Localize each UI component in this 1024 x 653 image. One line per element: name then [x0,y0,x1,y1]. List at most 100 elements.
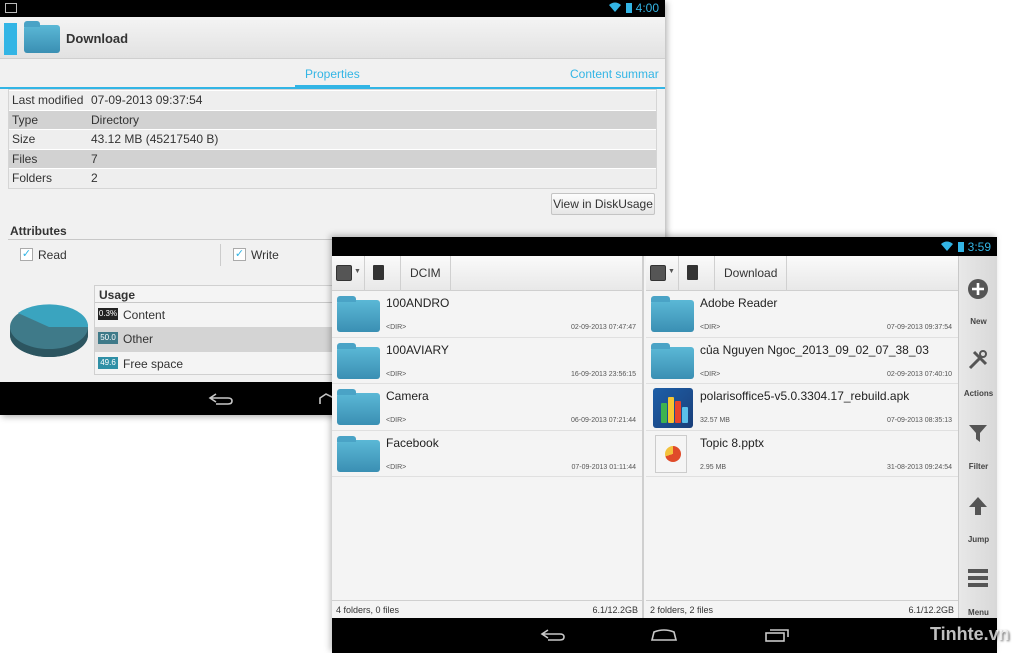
new-label: New [970,317,987,326]
file-meta: <DIR> [700,370,721,378]
file-name: Topic 8.pptx [700,435,765,450]
item-count: 2 folders, 2 files [650,605,714,615]
list-item[interactable]: Facebook <DIR> 07-09-2013 01:11:44 [332,431,642,477]
file-name: 100AVIARY [386,342,449,357]
sdcard-icon[interactable] [373,265,384,280]
file-date: 02-09-2013 07:40:10 [887,370,952,378]
status-time: 4:00 [635,1,659,15]
actions-button[interactable]: Actions [959,329,997,399]
window-title: Download [66,31,129,46]
screen: 4:00 Download Properties Content summar … [0,0,1024,653]
property-row: Files 7 [9,148,656,169]
list-item[interactable]: Adobe Reader <DIR> 07-09-2013 09:37:54 [646,291,958,338]
right-pane: ▼ Download Adobe Reader <DIR> 07-09-2013… [646,256,958,618]
file-meta: <DIR> [700,324,721,331]
folder-icon [337,342,380,379]
usage-label: Other [123,332,154,347]
pane-footer: 4 folders, 0 files 6.1/12.2GB [332,600,642,618]
usage-label: Free space [123,356,184,371]
back-icon[interactable] [208,392,234,406]
usage-percent-badge: 0.3% [98,308,118,320]
navigation-bar [332,618,997,653]
read-checkbox[interactable]: ✓ [20,248,33,261]
up-arrow-icon [969,497,987,515]
property-value: Directory [91,112,140,127]
menu-label: Menu [968,608,989,617]
list-item[interactable]: 100AVIARY <DIR> 16-09-2013 23:56:15 [332,338,642,384]
usage-table: Usage 0.3% Content 50.0 Other 49.6 Free … [94,285,354,375]
new-button[interactable]: New [959,256,997,326]
property-row: Type Directory [9,109,656,130]
folder-icon [337,389,380,425]
view-in-diskusage-button[interactable]: View in DiskUsage [551,193,655,215]
jump-button[interactable]: Jump [959,475,997,545]
tab-bar: Properties Content summar [0,59,665,89]
divider [450,256,451,291]
file-meta: 32.57 MB [700,417,730,424]
chevron-down-icon[interactable]: ▼ [668,268,675,275]
divider [714,256,715,291]
property-key: Files [12,151,38,166]
file-date: 16-09-2013 23:56:15 [571,370,636,378]
property-value: 2 [91,171,98,186]
file-name: 100ANDRO [386,296,450,310]
back-icon[interactable] [540,628,566,642]
list-item[interactable]: Camera <DIR> 06-09-2013 07:21:44 [332,384,642,431]
usage-percent-badge: 49.6 [98,356,118,369]
status-bar: 4:00 [0,0,665,17]
folder-icon [651,296,694,332]
storage-usage: 6.1/12.2GB [908,605,954,615]
property-value: 43.12 MB (45217540 B) [91,132,219,147]
action-bar: Download [0,17,665,59]
chevron-down-icon[interactable]: ▼ [354,268,361,275]
file-date: 06-09-2013 07:21:44 [571,417,636,424]
filter-label: Filter [968,462,989,471]
list-item[interactable]: Topic 8.pptx 2.95 MB 31-08-2013 09:24:54 [646,431,958,477]
file-name: của Nguyen Ngoc_2013_09_02_07_38_03 [700,342,929,357]
pptx-icon [655,434,687,473]
list-item[interactable]: polarisoffice5-v5.0.3304.17_rebuild.apk … [646,384,958,431]
file-list: 100ANDRO <DIR> 02-09-2013 07:47:47 100AV… [332,291,642,477]
usage-row: 50.0 Other [95,327,353,352]
status-time: 3:59 [967,240,991,254]
list-item[interactable]: 100ANDRO <DIR> 02-09-2013 07:47:47 [332,291,642,338]
property-row: Folders 2 [9,168,656,188]
read-label: Read [38,248,67,262]
recent-apps-icon[interactable] [764,628,790,642]
usage-row: 49.6 Free space [95,352,353,376]
funnel-icon [969,425,987,442]
menu-icon [968,569,988,587]
menu-button[interactable]: Menu [959,548,997,618]
property-row: Last modified 07-09-2013 09:37:54 [9,90,656,110]
file-meta: <DIR> [386,370,407,378]
list-item[interactable]: của Nguyen Ngoc_2013_09_02_07_38_03 <DIR… [646,338,958,384]
storage-icon[interactable] [650,265,666,281]
tab-properties[interactable]: Properties [305,67,360,81]
usage-pie-chart [10,304,89,357]
storage-icon[interactable] [336,265,352,281]
jump-label: Jump [967,535,990,544]
file-date: 31-08-2013 09:24:54 [887,463,952,471]
wifi-icon [941,241,953,251]
file-date: 02-09-2013 07:47:47 [571,324,636,331]
up-indicator[interactable] [4,23,17,55]
file-name: Adobe Reader [700,296,778,310]
file-name: Facebook [386,435,439,450]
folder-icon [651,342,694,379]
file-manager-window: 3:59 ▼ DCIM 100ANDRO <DIR> 02-09-2013 07… [332,237,997,653]
write-checkbox[interactable]: ✓ [233,248,246,261]
tools-icon [968,350,988,370]
sdcard-icon[interactable] [687,265,698,280]
file-name: polarisoffice5-v5.0.3304.17_rebuild.apk [700,389,910,403]
tab-content-summary[interactable]: Content summar [570,67,659,81]
property-key: Size [12,132,36,147]
divider [678,256,679,291]
home-icon[interactable] [650,628,678,642]
breadcrumb-folder[interactable]: Download [724,266,777,280]
file-meta: <DIR> [386,417,407,424]
write-label: Write [251,248,279,262]
file-date: 07-09-2013 09:37:54 [887,324,952,331]
file-list: Adobe Reader <DIR> 07-09-2013 09:37:54 c… [646,291,958,477]
breadcrumb-folder[interactable]: DCIM [410,266,441,280]
filter-button[interactable]: Filter [959,402,997,472]
